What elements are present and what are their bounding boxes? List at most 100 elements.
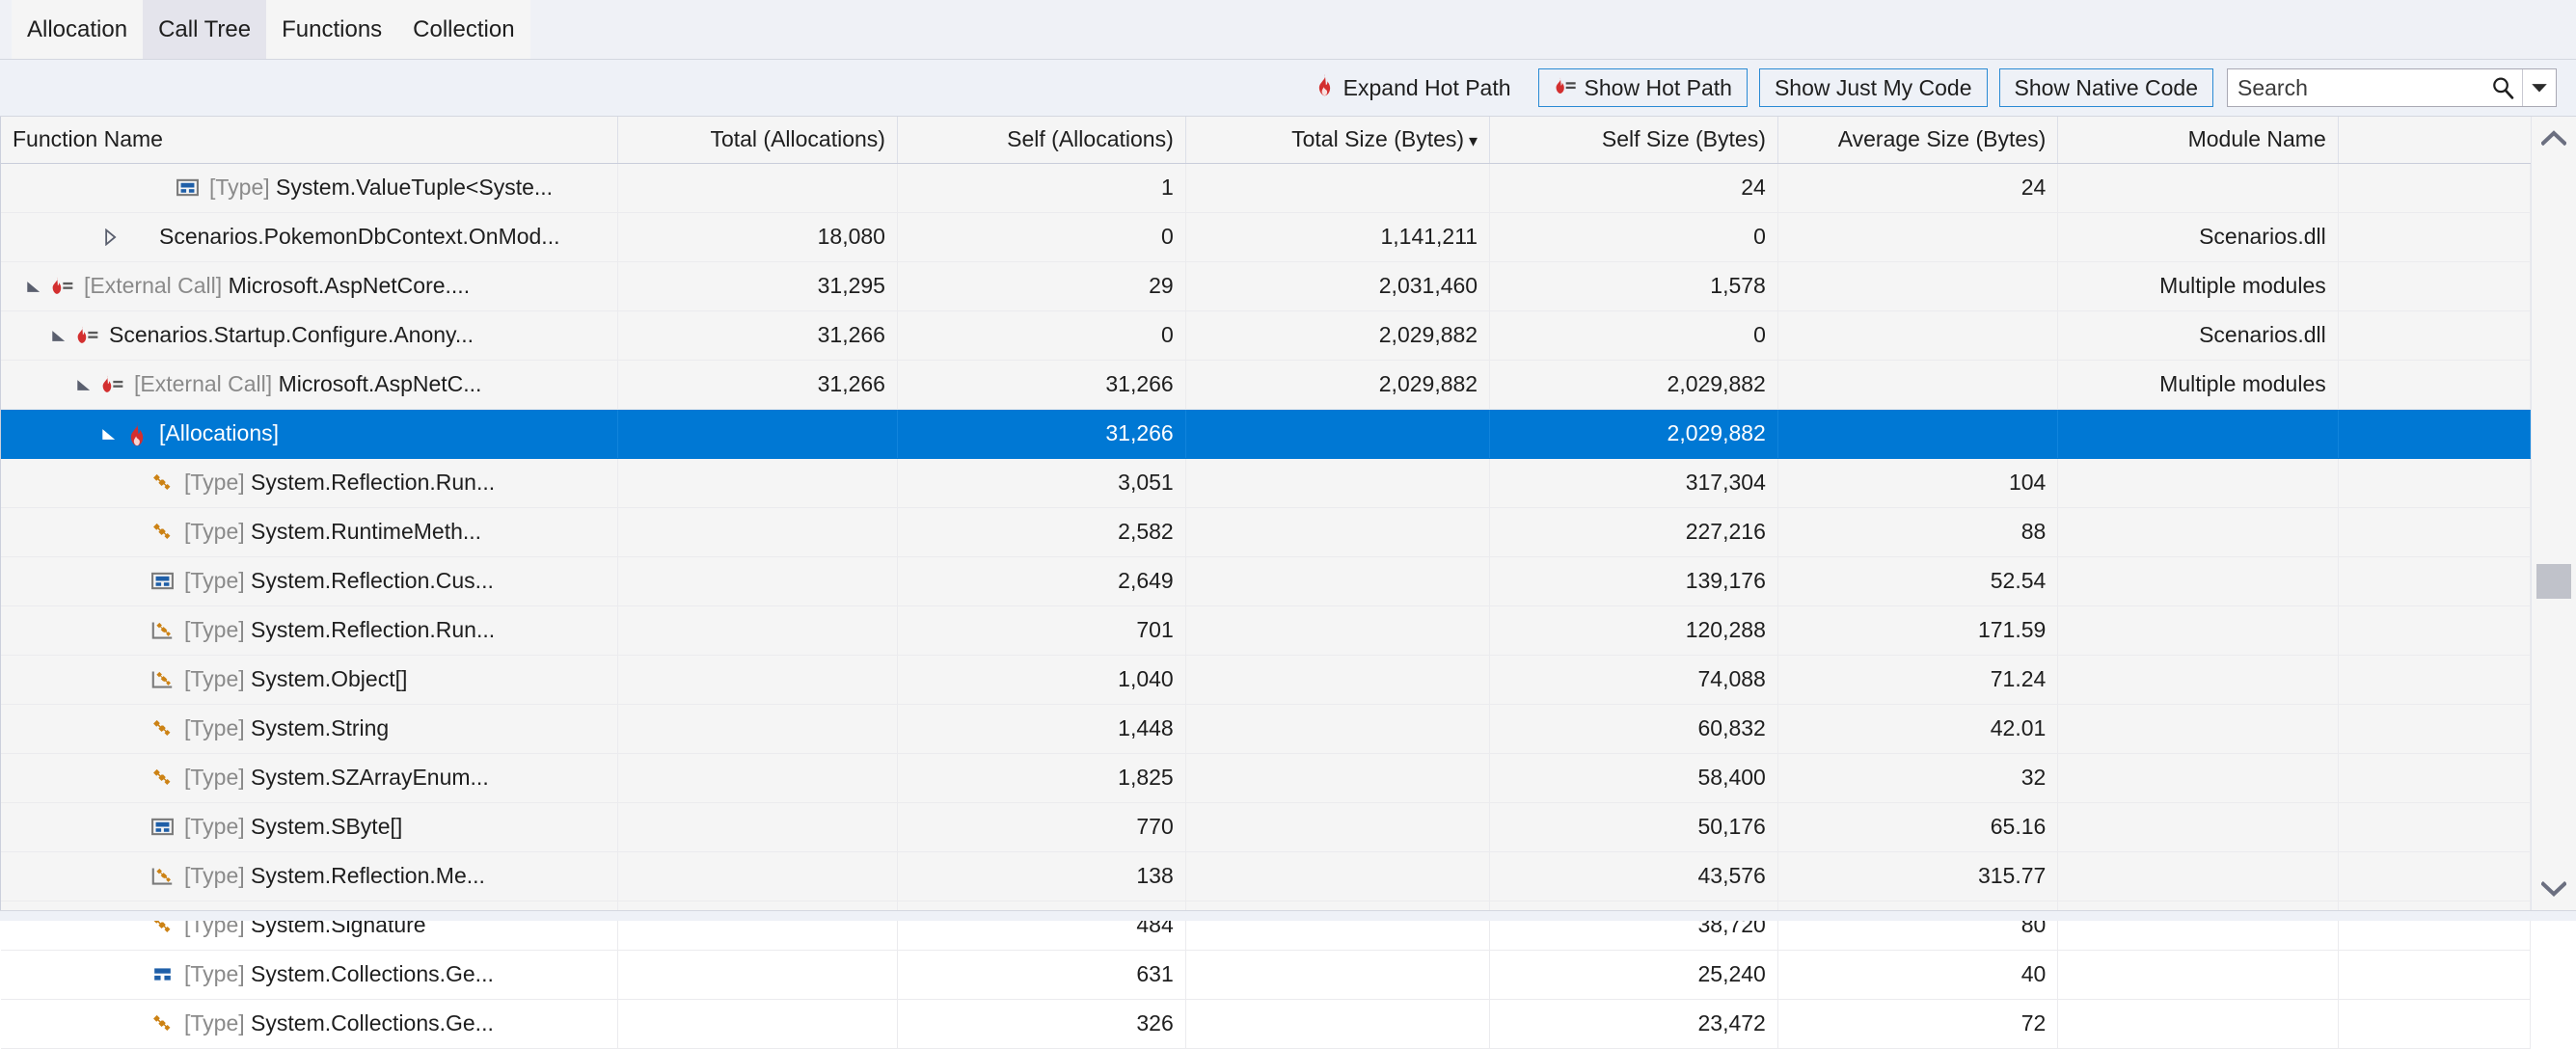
column-header-function-name[interactable]: Function Name <box>1 117 618 164</box>
scroll-down-arrow-icon[interactable] <box>2532 868 2576 910</box>
self-size-cell: 139,176 <box>1489 556 1778 606</box>
table-row[interactable]: [Type] System.Reflection.Cus... 2,649 139,… <box>1 556 2532 606</box>
self-size-cell: 58,400 <box>1489 753 1778 803</box>
function-name-cell[interactable]: [Type] System.Reflection.Me... <box>1 851 618 901</box>
function-name-cell[interactable]: [Type] System.String <box>1 704 618 754</box>
table-row[interactable]: [Type] System.RuntimeMeth... 2,582 227,216… <box>1 507 2532 557</box>
total-size-cell <box>1185 409 1491 459</box>
table-row[interactable]: [External Call] Microsoft.AspNetCore....… <box>1 261 2532 311</box>
table-header: Function Name Total (Allocations) Self (Al… <box>1 117 2531 164</box>
tab-call-tree[interactable]: Call Tree <box>143 0 267 59</box>
function-name-prefix: [Type] <box>184 814 245 839</box>
show-native-code-button[interactable]: Show Native Code <box>1998 68 2213 107</box>
search-icon[interactable] <box>2483 75 2522 100</box>
table-row[interactable]: [Type] System.Signature 484 38,720 80 <box>1 901 2532 951</box>
tab-allocation[interactable]: Allocation <box>12 0 144 59</box>
tab-label: Allocation <box>27 15 128 42</box>
column-header-blank[interactable] <box>2338 117 2531 164</box>
function-name-label: [Type] System.Reflection.Run... <box>176 470 495 496</box>
module-name-cell <box>2057 950 2339 1000</box>
function-name-prefix: [Type] <box>184 715 245 740</box>
average-size-cell <box>1777 360 2059 410</box>
function-name-label: [External Call] Microsoft.AspNetC... <box>126 371 481 397</box>
expander-expanded-icon[interactable] <box>47 328 72 343</box>
table-row[interactable]: [Type] System.Collections.Ge... 631 25,240… <box>1 950 2532 1000</box>
function-name-label: [Type] System.Collections.Ge... <box>176 961 494 987</box>
expand-hot-path-button[interactable]: Expand Hot Path <box>1299 73 1527 102</box>
module-name-cell <box>2057 901 2339 951</box>
function-name-cell[interactable]: [Type] System.ValueTuple<Syste... <box>1 163 618 213</box>
function-name-cell[interactable]: [Type] System.Object[] <box>1 655 618 705</box>
function-name-cell[interactable]: [Type] System.SByte[] <box>1 802 618 852</box>
expander-expanded-icon[interactable] <box>22 279 47 294</box>
function-name-prefix: [External Call] <box>84 273 223 298</box>
function-name-cell[interactable]: [Type] System.Reflection.Run... <box>1 605 618 656</box>
self-allocations-cell: 484 <box>897 901 1186 951</box>
scroll-up-arrow-icon[interactable] <box>2532 117 2576 159</box>
expander-expanded-icon[interactable] <box>72 377 97 392</box>
table-row[interactable]: [Type] System.ValueTuple<Syste... 1 24 24 <box>1 163 2532 213</box>
module-name-cell <box>2057 507 2339 557</box>
expander-expanded-icon[interactable] <box>97 426 122 442</box>
scrollbar-thumb[interactable] <box>2536 564 2571 599</box>
total-allocations-cell <box>617 851 898 901</box>
module-name-cell <box>2057 556 2339 606</box>
vertical-scrollbar[interactable] <box>2531 117 2576 910</box>
tab-functions[interactable]: Functions <box>266 0 398 59</box>
function-name-cell[interactable]: [Allocations] <box>1 409 618 459</box>
self-size-cell: 317,304 <box>1489 458 1778 508</box>
table-row[interactable]: [Allocations] 31,266 2,029,882 <box>1 409 2532 459</box>
average-size-cell: 72 <box>1777 999 2059 1049</box>
function-name-cell[interactable]: [Type] System.Collections.Ge... <box>1 999 618 1049</box>
table-row[interactable]: [Type] System.Object[] 1,040 74,088 71.24 <box>1 655 2532 705</box>
expander-collapsed-icon[interactable] <box>97 228 122 246</box>
function-name-cell[interactable]: [Type] System.RuntimeMeth... <box>1 507 618 557</box>
function-name-prefix: [Type] <box>184 863 245 888</box>
function-name-cell[interactable]: [Type] System.Reflection.Cus... <box>1 556 618 606</box>
self-size-cell: 2,029,882 <box>1489 360 1778 410</box>
table-row[interactable]: Scenarios.PokemonDbContext.OnMod... 18,08… <box>1 212 2532 262</box>
average-size-cell: 88 <box>1777 507 2059 557</box>
function-name-label: Scenarios.PokemonDbContext.OnMod... <box>151 224 559 250</box>
table-row[interactable]: [Type] System.SByte[] 770 50,176 65.16 <box>1 802 2532 852</box>
function-name-cell[interactable]: Scenarios.Startup.Configure.Anony... <box>1 310 618 361</box>
function-name-cell[interactable]: [Type] System.SZArrayEnum... <box>1 753 618 803</box>
average-size-cell: 52.54 <box>1777 556 2059 606</box>
column-header-module-name[interactable]: Module Name <box>2057 117 2339 164</box>
column-header-total-size-bytes[interactable]: Total Size (Bytes) ▾ <box>1185 117 1491 164</box>
function-name-cell[interactable]: Scenarios.PokemonDbContext.OnMod... <box>1 212 618 262</box>
function-name-cell[interactable]: [External Call] Microsoft.AspNetCore.... <box>1 261 618 311</box>
self-allocations-cell: 1,448 <box>897 704 1186 754</box>
function-name-cell[interactable]: [External Call] Microsoft.AspNetC... <box>1 360 618 410</box>
search-input[interactable] <box>2228 74 2483 101</box>
search-options-dropdown[interactable] <box>2522 69 2556 106</box>
column-header-total-allocations[interactable]: Total (Allocations) <box>617 117 898 164</box>
table-row[interactable]: [Type] System.Reflection.Run... 701 120,28… <box>1 605 2532 656</box>
function-name-text: System.ValueTuple<Syste... <box>276 175 554 200</box>
class-icon <box>148 766 176 790</box>
table-row[interactable]: [Type] System.Reflection.Run... 3,051 317,… <box>1 458 2532 508</box>
module-name-cell: Multiple modules <box>2057 261 2339 311</box>
average-size-cell: 71.24 <box>1777 655 2059 705</box>
tab-collection[interactable]: Collection <box>397 0 530 59</box>
function-name-prefix: [Type] <box>184 961 245 986</box>
table-row[interactable]: [Type] System.SZArrayEnum... 1,825 58,400 3… <box>1 753 2532 803</box>
scrollbar-track[interactable] <box>2532 159 2576 868</box>
table-row[interactable]: [Type] System.Collections.Ge... 326 23,472… <box>1 999 2532 1049</box>
column-header-average-size-bytes[interactable]: Average Size (Bytes) <box>1777 117 2059 164</box>
total-size-cell <box>1185 507 1491 557</box>
function-name-cell[interactable]: [Type] System.Signature <box>1 901 618 951</box>
show-native-code-label: Show Native Code <box>2014 74 2199 100</box>
function-name-cell[interactable]: [Type] System.Reflection.Run... <box>1 458 618 508</box>
table-row[interactable]: [Type] System.Reflection.Me... 138 43,576 3… <box>1 851 2532 901</box>
table-row[interactable]: Scenarios.Startup.Configure.Anony... 31,2… <box>1 310 2532 361</box>
self-size-cell: 38,720 <box>1489 901 1778 951</box>
column-header-self-size-bytes[interactable]: Self Size (Bytes) <box>1489 117 1778 164</box>
table-row[interactable]: [Type] System.String 1,448 60,832 42.01 <box>1 704 2532 754</box>
column-header-self-allocations[interactable]: Self (Allocations) <box>897 117 1186 164</box>
table-row[interactable]: [External Call] Microsoft.AspNetC... 31,2… <box>1 360 2532 410</box>
show-hot-path-button[interactable]: Show Hot Path <box>1537 68 1748 107</box>
function-name-cell[interactable]: [Type] System.Collections.Ge... <box>1 950 618 1000</box>
show-just-my-code-button[interactable]: Show Just My Code <box>1758 68 1988 107</box>
self-allocations-cell: 1,825 <box>897 753 1186 803</box>
